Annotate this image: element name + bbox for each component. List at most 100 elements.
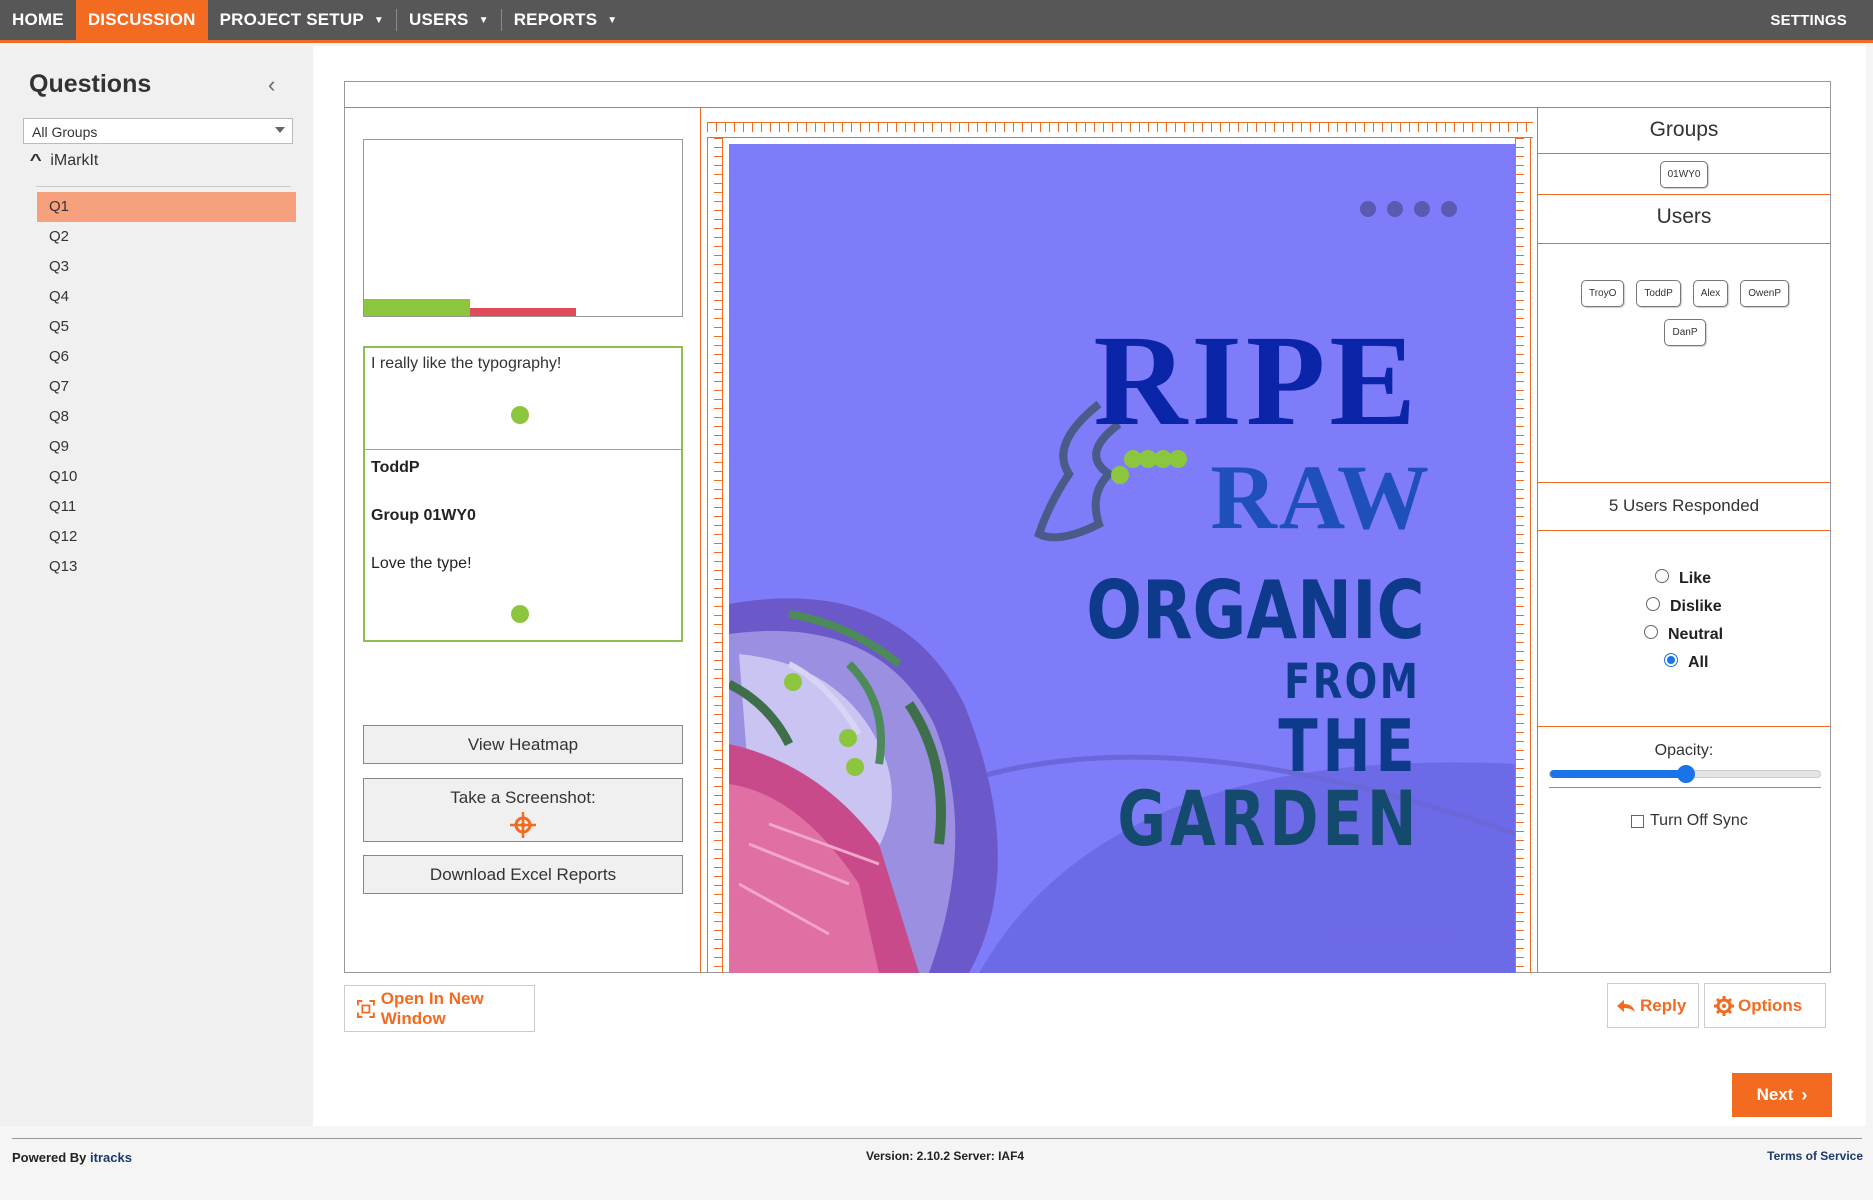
question-item[interactable]: Q3 bbox=[37, 252, 296, 282]
frame-header bbox=[344, 81, 1831, 108]
nav-settings-label: SETTINGS bbox=[1770, 11, 1847, 29]
group-toggle[interactable]: ^ iMarkIt bbox=[30, 152, 99, 170]
question-item[interactable]: Q10 bbox=[37, 462, 296, 492]
nav-discussion-label: DISCUSSION bbox=[87, 10, 196, 29]
left-column: I really like the typography! ToddP Grou… bbox=[344, 108, 701, 973]
question-item[interactable]: Q12 bbox=[37, 522, 296, 552]
dot-icon bbox=[1360, 201, 1376, 217]
opacity-slider-thumb[interactable] bbox=[1677, 765, 1695, 783]
sync-toggle[interactable]: Turn Off Sync bbox=[1631, 812, 1748, 830]
filter-label: All bbox=[1688, 654, 1709, 671]
question-item[interactable]: Q4 bbox=[37, 282, 296, 312]
filter-radio[interactable] bbox=[1644, 625, 1658, 639]
dot-icon bbox=[1387, 201, 1403, 217]
users-title: Users bbox=[1538, 195, 1830, 244]
response-marker-icon[interactable] bbox=[784, 673, 802, 691]
comment-item[interactable]: I really like the typography! bbox=[365, 348, 681, 450]
groups-title: Groups bbox=[1538, 108, 1830, 154]
chevron-down-icon bbox=[275, 127, 285, 133]
user-pill[interactable]: ToddP bbox=[1636, 280, 1681, 307]
caret-down-icon: ▼ bbox=[478, 14, 489, 26]
poster-line-1: RIPE bbox=[1093, 309, 1420, 453]
gear-icon bbox=[1714, 995, 1734, 1016]
take-screenshot-label: Take a Screenshot: bbox=[450, 788, 596, 807]
question-list: Q1 Q2 Q3 Q4 Q5 Q6 Q7 Q8 Q9 Q10 Q11 Q12 Q13 bbox=[37, 192, 296, 582]
nav-users[interactable]: USERS ▼ bbox=[397, 0, 501, 40]
response-marker-icon[interactable] bbox=[846, 758, 864, 776]
poster-line-2: RAW bbox=[1210, 446, 1431, 548]
sidebar-title: Questions bbox=[29, 70, 152, 98]
like-dot-icon bbox=[511, 605, 529, 623]
open-new-window-button[interactable]: Open In New Window bbox=[344, 985, 535, 1032]
question-item[interactable]: Q11 bbox=[37, 492, 296, 522]
filter-neutral[interactable]: Neutral bbox=[1644, 625, 1723, 644]
question-item[interactable]: Q8 bbox=[37, 402, 296, 432]
powered-by-label: Powered By bbox=[12, 1150, 87, 1165]
chevron-left-icon[interactable]: ‹ bbox=[268, 72, 275, 98]
groups-row: 01WY0 bbox=[1538, 154, 1830, 195]
caret-down-icon: ▼ bbox=[607, 14, 618, 26]
opacity-slider[interactable] bbox=[1549, 765, 1821, 783]
options-label: Options bbox=[1738, 995, 1803, 1015]
group-pill[interactable]: 01WY0 bbox=[1659, 161, 1709, 188]
nav-reports[interactable]: REPORTS ▼ bbox=[502, 0, 630, 40]
sync-checkbox[interactable] bbox=[1631, 814, 1644, 828]
user-pill[interactable]: TroyO bbox=[1580, 280, 1625, 307]
response-marker-icon[interactable] bbox=[1111, 466, 1129, 484]
poster-line-3: ORGANIC bbox=[1086, 564, 1425, 657]
question-item[interactable]: Q13 bbox=[37, 552, 296, 582]
user-pill[interactable]: OwenP bbox=[1740, 280, 1790, 307]
sidebar-divider bbox=[36, 186, 291, 187]
like-dot-icon bbox=[511, 406, 529, 424]
filter-radio[interactable] bbox=[1664, 653, 1678, 667]
response-marker-icon[interactable] bbox=[839, 729, 857, 747]
options-button[interactable]: Options bbox=[1704, 983, 1826, 1028]
question-item[interactable]: Q2 bbox=[37, 222, 296, 252]
open-new-window-label: Open In New Window bbox=[380, 988, 484, 1028]
comment-panel: I really like the typography! ToddP Grou… bbox=[363, 346, 683, 642]
download-excel-button[interactable]: Download Excel Reports bbox=[363, 855, 683, 894]
question-item[interactable]: Q1 bbox=[37, 192, 296, 222]
view-heatmap-button[interactable]: View Heatmap bbox=[363, 725, 683, 764]
filter-all[interactable]: All bbox=[1664, 653, 1709, 672]
stimulus-image[interactable]: RIPE RAW ORGANIC FROM THE GARDEN bbox=[729, 144, 1515, 973]
nav-home[interactable]: HOME bbox=[0, 0, 76, 40]
take-screenshot-button[interactable]: Take a Screenshot: bbox=[363, 778, 683, 842]
response-marker-icon[interactable] bbox=[1169, 450, 1187, 468]
poster-line-6: GARDEN bbox=[1117, 774, 1420, 863]
reply-button[interactable]: Reply bbox=[1607, 983, 1699, 1028]
reply-item[interactable]: ToddP Group 01WY0 Love the type! bbox=[365, 450, 681, 640]
opacity-label: Opacity: bbox=[1654, 742, 1714, 759]
question-item[interactable]: Q7 bbox=[37, 372, 296, 402]
nav-discussion[interactable]: DISCUSSION bbox=[75, 0, 208, 40]
filter-dislike[interactable]: Dislike bbox=[1646, 597, 1722, 616]
reply-group: Group 01WY0 bbox=[371, 507, 476, 524]
response-chart bbox=[363, 139, 683, 317]
reply-arrow-icon bbox=[1617, 999, 1635, 1012]
brand-link[interactable]: itracks bbox=[90, 1150, 132, 1165]
reply-user: ToddP bbox=[371, 459, 420, 476]
filter-label: Like bbox=[1679, 570, 1712, 587]
nav-project-setup[interactable]: PROJECT SETUP ▼ bbox=[208, 0, 396, 40]
next-button[interactable]: Next › bbox=[1732, 1073, 1832, 1117]
caret-down-icon: ▼ bbox=[373, 14, 385, 26]
terms-link[interactable]: Terms of Service bbox=[1767, 1149, 1863, 1163]
filter-radio[interactable] bbox=[1655, 569, 1669, 583]
filter-row: Like Dislike Neutral All bbox=[1538, 531, 1830, 727]
nav-users-label: USERS bbox=[409, 10, 469, 29]
nav-reports-label: REPORTS bbox=[513, 10, 598, 29]
questions-sidebar: Questions ‹ All Groups ^ iMarkIt Q1 Q2 Q3 Q… bbox=[0, 46, 313, 1126]
user-pill[interactable]: Alex bbox=[1692, 280, 1729, 307]
dot-icon bbox=[1414, 201, 1430, 217]
group-select[interactable]: All Groups bbox=[23, 118, 293, 144]
user-pill[interactable]: DanP bbox=[1664, 319, 1706, 346]
nav-settings[interactable]: SETTINGS bbox=[1758, 0, 1873, 40]
question-item[interactable]: Q5 bbox=[37, 312, 296, 342]
reply-text: Love the type! bbox=[371, 555, 472, 572]
filter-radio[interactable] bbox=[1646, 597, 1660, 611]
question-item[interactable]: Q9 bbox=[37, 432, 296, 462]
poster-line-4: FROM bbox=[1283, 654, 1420, 710]
filter-like[interactable]: Like bbox=[1655, 569, 1712, 588]
question-item[interactable]: Q6 bbox=[37, 342, 296, 372]
